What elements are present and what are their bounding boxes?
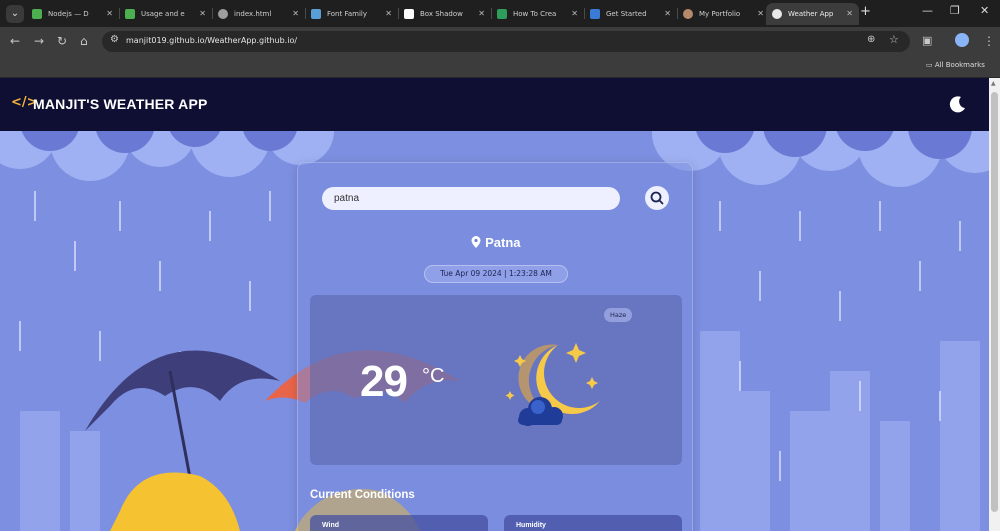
- close-icon[interactable]: ✕: [846, 3, 853, 25]
- temperature-value: 29: [360, 357, 408, 406]
- close-icon[interactable]: ✕: [292, 3, 299, 25]
- wind-label: Wind: [322, 522, 340, 529]
- browser-nav-bar: ← → ↻ ⌂ ⚙ manjit019.github.io/WeatherApp…: [0, 27, 1000, 56]
- browser-tab[interactable]: How To Crea ✕: [491, 3, 584, 25]
- moon-cloud-weather-icon: [505, 343, 600, 426]
- browser-tab-bar: ⌄ Nodejs — D ✕ Usage and e ✕ index.html …: [0, 0, 1000, 27]
- web-page: </> MANJIT'S WEATHER APP patna Patna Tue…: [0, 78, 989, 531]
- tab-favicon-icon: [772, 9, 782, 19]
- browser-tab[interactable]: Usage and e ✕: [119, 3, 212, 25]
- home-icon[interactable]: ⌂: [80, 34, 88, 48]
- site-info-icon[interactable]: ⚙: [110, 34, 119, 45]
- city-search-input[interactable]: [322, 187, 620, 210]
- minimize-icon[interactable]: —: [922, 4, 933, 17]
- tab-label: Weather App: [788, 10, 834, 18]
- browser-tab[interactable]: index.html ✕: [212, 3, 305, 25]
- wind-card: Wind: [310, 515, 488, 531]
- back-icon[interactable]: ←: [10, 34, 20, 48]
- bookmark-star-icon[interactable]: ☆: [889, 33, 899, 46]
- browser-tab[interactable]: My Portfolio ✕: [677, 3, 770, 25]
- condition-badge: Haze: [604, 308, 633, 322]
- search-icon: [650, 191, 664, 205]
- browser-tab[interactable]: Get Started ✕: [584, 3, 677, 25]
- humidity-label: Humidity: [516, 522, 546, 529]
- address-bar[interactable]: ⚙ manjit019.github.io/WeatherApp.github.…: [102, 31, 910, 52]
- page-scrollbar[interactable]: ▲: [989, 78, 1000, 531]
- dark-mode-moon-icon[interactable]: [948, 94, 968, 114]
- datetime-badge: Tue Apr 09 2024 | 1:23:28 AM: [424, 265, 568, 283]
- weather-card: Patna Tue Apr 09 2024 | 1:23:28 AM Haze …: [297, 162, 693, 531]
- profile-avatar-icon[interactable]: [955, 33, 969, 47]
- forward-icon[interactable]: →: [34, 34, 44, 48]
- tab-favicon-icon: [683, 9, 693, 19]
- zoom-icon[interactable]: ⊕: [867, 34, 875, 45]
- tab-favicon-icon: [125, 9, 135, 19]
- close-icon[interactable]: ✕: [571, 3, 578, 25]
- browser-tab[interactable]: Font Family ✕: [305, 3, 398, 25]
- city-name-heading: Patna: [298, 235, 694, 250]
- humidity-card: Humidity: [504, 515, 682, 531]
- browser-tab[interactable]: Box Shadow ✕: [398, 3, 491, 25]
- menu-kebab-icon[interactable]: ⋮: [983, 34, 995, 48]
- reload-icon[interactable]: ↻: [57, 34, 67, 48]
- tab-label: Nodejs — D: [48, 10, 89, 18]
- tab-favicon-icon: [404, 9, 414, 19]
- tab-favicon-icon: [590, 9, 600, 19]
- tab-favicon-icon: [218, 9, 228, 19]
- tab-label: My Portfolio: [699, 10, 741, 18]
- close-icon[interactable]: ✕: [664, 3, 671, 25]
- tab-favicon-icon: [32, 9, 42, 19]
- url-text: manjit019.github.io/WeatherApp.github.io…: [126, 36, 298, 45]
- tab-label: index.html: [234, 10, 272, 18]
- scroll-up-icon[interactable]: ▲: [991, 80, 996, 87]
- tab-label: Usage and e: [141, 10, 185, 18]
- all-bookmarks-label: All Bookmarks: [934, 61, 985, 69]
- browser-tab-active[interactable]: Weather App ✕: [766, 3, 859, 25]
- close-icon[interactable]: ✕: [106, 3, 113, 25]
- bookmarks-bar: ▭ All Bookmarks: [0, 56, 1000, 78]
- tab-favicon-icon: [311, 9, 321, 19]
- location-pin-icon: [471, 236, 481, 248]
- city-name: Patna: [485, 235, 521, 250]
- new-tab-icon[interactable]: +: [860, 4, 871, 19]
- extensions-icon[interactable]: ▣: [922, 34, 932, 47]
- search-button[interactable]: [645, 186, 669, 210]
- close-icon[interactable]: ✕: [385, 3, 392, 25]
- tab-label: Get Started: [606, 10, 647, 18]
- browser-tab[interactable]: Nodejs — D ✕: [26, 3, 119, 25]
- current-weather-panel: Haze 29 °C: [310, 295, 682, 465]
- app-header: </> MANJIT'S WEATHER APP: [0, 78, 989, 131]
- window-close-icon[interactable]: ✕: [980, 4, 989, 17]
- close-icon[interactable]: ✕: [478, 3, 485, 25]
- all-bookmarks[interactable]: ▭ All Bookmarks: [926, 61, 985, 69]
- close-icon[interactable]: ✕: [757, 3, 764, 25]
- temperature-unit: °C: [422, 365, 445, 387]
- close-icon[interactable]: ✕: [199, 3, 206, 25]
- app-title: MANJIT'S WEATHER APP: [33, 96, 208, 112]
- tab-label: Box Shadow: [420, 10, 463, 18]
- tab-label: Font Family: [327, 10, 367, 18]
- tab-favicon-icon: [497, 9, 507, 19]
- tab-search-icon[interactable]: ⌄: [6, 5, 24, 23]
- scrollbar-thumb[interactable]: [991, 92, 998, 512]
- current-conditions-heading: Current Conditions: [310, 489, 415, 501]
- restore-icon[interactable]: ❐: [950, 4, 960, 17]
- tab-label: How To Crea: [513, 10, 557, 18]
